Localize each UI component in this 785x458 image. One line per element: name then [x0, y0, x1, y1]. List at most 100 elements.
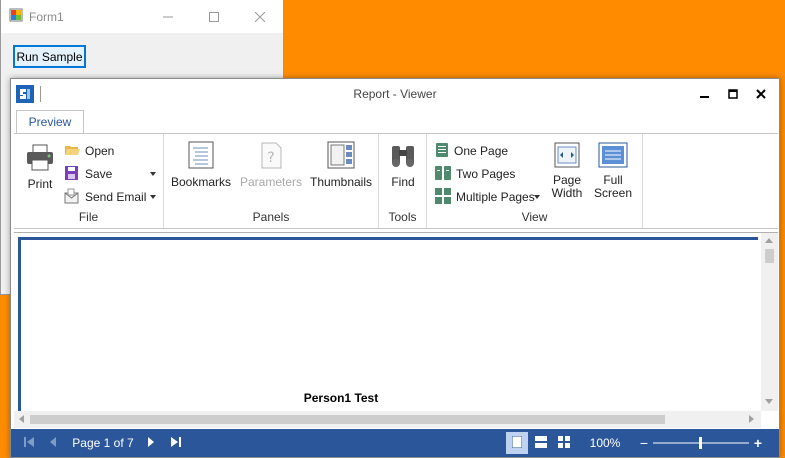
page-width-icon	[552, 142, 582, 171]
multiple-pages-view-button[interactable]	[553, 429, 575, 457]
run-sample-button[interactable]: Run Sample	[13, 45, 86, 68]
next-page-button[interactable]	[141, 429, 161, 457]
multiple-pages-button[interactable]: Multiple Pages	[435, 187, 535, 207]
form1-maximize-button[interactable]	[191, 0, 237, 33]
full-screen-icon	[598, 142, 628, 171]
continuous-pages-icon	[535, 435, 547, 451]
single-page-view-button[interactable]	[506, 432, 528, 454]
full-screen-button[interactable]: Full Screen	[593, 142, 633, 200]
ribbon: Print Open Save Send Email File Bookmark…	[14, 133, 778, 229]
viewer-title: Report - Viewer	[353, 87, 437, 101]
zoom-slider[interactable]	[653, 429, 749, 457]
first-page-button[interactable]	[19, 429, 39, 457]
tab-preview[interactable]: Preview	[16, 110, 84, 134]
bookmarks-button[interactable]: Bookmarks	[170, 140, 232, 189]
full-screen-label: Full Screen	[594, 174, 632, 200]
scroll-left-arrow-icon[interactable]	[19, 415, 24, 423]
one-page-button[interactable]: One Page	[435, 142, 508, 160]
two-pages-icon	[435, 165, 456, 183]
save-button[interactable]: Save	[64, 165, 112, 183]
parameters-icon: ?	[256, 140, 286, 173]
bookmarks-label: Bookmarks	[170, 175, 232, 189]
one-page-icon	[435, 142, 454, 160]
vertical-scroll-thumb[interactable]	[765, 249, 774, 263]
print-label: Print	[27, 177, 53, 191]
printer-icon	[25, 142, 55, 175]
zoom-out-button[interactable]: −	[637, 429, 651, 457]
status-bar: Page 1 of 7 100% − +	[11, 429, 779, 457]
full-screen-label-line1: Full	[603, 173, 623, 187]
form1-app-icon	[9, 8, 23, 25]
binoculars-icon	[389, 142, 417, 173]
one-page-label: One Page	[454, 144, 509, 158]
full-screen-label-line2: Screen	[593, 186, 633, 200]
group-label-file: File	[78, 210, 99, 224]
send-email-dropdown-arrow-icon[interactable]	[150, 195, 156, 199]
find-label: Find	[391, 175, 415, 189]
viewer-titlebar[interactable]: Report - Viewer	[11, 79, 779, 109]
open-label: Open	[85, 144, 115, 158]
multiple-pages-icon	[435, 187, 456, 207]
viewer-minimize-button[interactable]	[691, 83, 719, 105]
previous-page-button[interactable]	[43, 429, 63, 457]
viewer-maximize-button[interactable]	[719, 83, 747, 105]
scroll-up-arrow-icon[interactable]	[765, 238, 773, 243]
viewer-close-button[interactable]	[747, 83, 775, 105]
ribbon-group-tools: Find Tools	[379, 134, 427, 228]
two-pages-label: Two Pages	[456, 167, 516, 181]
multiple-pages-label: Multiple Pages	[456, 190, 535, 204]
svg-text:?: ?	[267, 150, 274, 166]
report-page: Person1 Test	[18, 237, 758, 413]
form1-close-button[interactable]	[237, 0, 283, 33]
continuous-view-button[interactable]	[530, 429, 552, 457]
single-page-icon	[511, 435, 523, 451]
thumbnails-button[interactable]: Thumbnails	[310, 140, 372, 189]
ribbon-group-panels: Bookmarks ? Parameters Thumbnails Panels	[164, 134, 379, 228]
thumbnails-label: Thumbnails	[309, 175, 373, 189]
email-icon	[64, 188, 85, 207]
save-label: Save	[85, 167, 113, 181]
parameters-label: Parameters	[239, 175, 303, 189]
next-page-icon	[146, 436, 156, 451]
scroll-right-arrow-icon[interactable]	[749, 415, 754, 423]
report-page-area: Person1 Test	[14, 232, 778, 428]
last-page-icon	[170, 436, 182, 451]
group-label-panels: Panels	[252, 210, 290, 224]
page-width-label: Page Width	[552, 174, 583, 200]
thumbnails-icon	[326, 140, 356, 173]
ribbon-group-view: One Page Two Pages Multiple Pages Page W…	[427, 134, 643, 228]
find-button[interactable]: Find	[388, 142, 418, 189]
horizontal-scroll-thumb[interactable]	[30, 415, 665, 424]
multiple-pages-dropdown-arrow-icon[interactable]	[534, 195, 540, 199]
save-icon	[64, 165, 85, 183]
previous-page-icon	[48, 436, 58, 451]
grid-pages-icon	[558, 435, 570, 451]
page-width-button[interactable]: Page Width	[547, 142, 587, 200]
form1-minimize-button[interactable]	[145, 0, 191, 33]
folder-open-icon	[64, 143, 85, 160]
parameters-button[interactable]: ? Parameters	[240, 140, 302, 189]
last-page-button[interactable]	[166, 429, 186, 457]
zoom-level: 100%	[589, 436, 621, 450]
group-label-tools: Tools	[388, 210, 417, 224]
first-page-icon	[23, 436, 35, 451]
form1-title: Form1	[29, 9, 64, 24]
report-text-person: Person1 Test	[303, 391, 379, 405]
page-width-label-line2: Width	[551, 186, 583, 200]
vertical-scrollbar[interactable]	[761, 233, 778, 411]
print-button[interactable]: Print	[22, 142, 58, 191]
horizontal-scrollbar[interactable]	[14, 411, 761, 428]
save-dropdown-arrow-icon[interactable]	[150, 172, 156, 176]
send-email-button[interactable]: Send Email	[64, 188, 146, 206]
report-viewer-window: Report - Viewer Preview Print Open Save …	[10, 78, 780, 458]
report-page-content: Person1 Test	[24, 243, 758, 413]
two-pages-button[interactable]: Two Pages	[435, 165, 515, 183]
bookmarks-icon	[186, 140, 216, 173]
group-label-view: View	[521, 210, 548, 224]
ribbon-group-file: Print Open Save Send Email File	[14, 134, 164, 228]
page-width-label-line1: Page	[552, 173, 582, 187]
scroll-down-arrow-icon[interactable]	[765, 399, 773, 404]
zoom-in-button[interactable]: +	[751, 429, 765, 457]
open-button[interactable]: Open	[64, 142, 114, 160]
form1-titlebar[interactable]: Form1	[1, 0, 283, 33]
